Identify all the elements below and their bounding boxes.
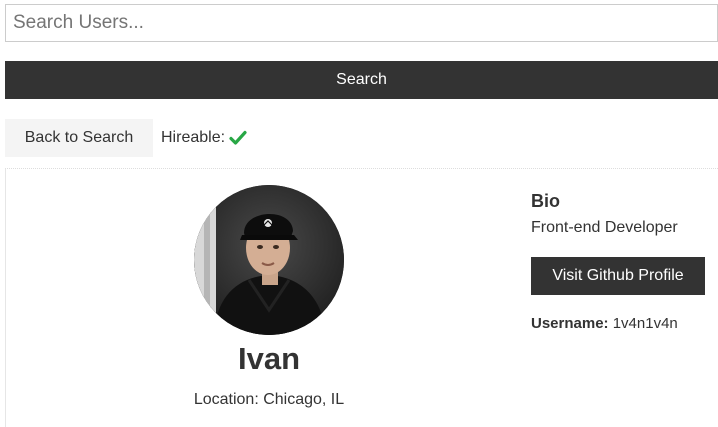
search-button[interactable]: Search xyxy=(5,61,718,99)
search-input[interactable] xyxy=(5,4,718,42)
avatar xyxy=(194,185,344,335)
hireable-label: Hireable: xyxy=(161,129,226,146)
check-icon xyxy=(229,130,247,146)
username-value: 1v4n1v4n xyxy=(612,315,678,332)
username-row: Username: 1v4n1v4n xyxy=(531,315,678,332)
bio-text: Front-end Developer xyxy=(531,219,678,236)
username-label: Username: xyxy=(531,315,609,332)
back-to-search-button[interactable]: Back to Search xyxy=(5,119,153,157)
user-location: Location: Chicago, IL xyxy=(193,391,345,408)
user-profile-card: Ivan Location: Chicago, IL Bio Front-end… xyxy=(5,168,718,427)
bio-heading: Bio xyxy=(531,191,560,211)
user-name: Ivan xyxy=(237,341,301,376)
hireable-status: Hireable: xyxy=(161,119,247,157)
visit-github-profile-button[interactable]: Visit Github Profile xyxy=(531,257,705,295)
